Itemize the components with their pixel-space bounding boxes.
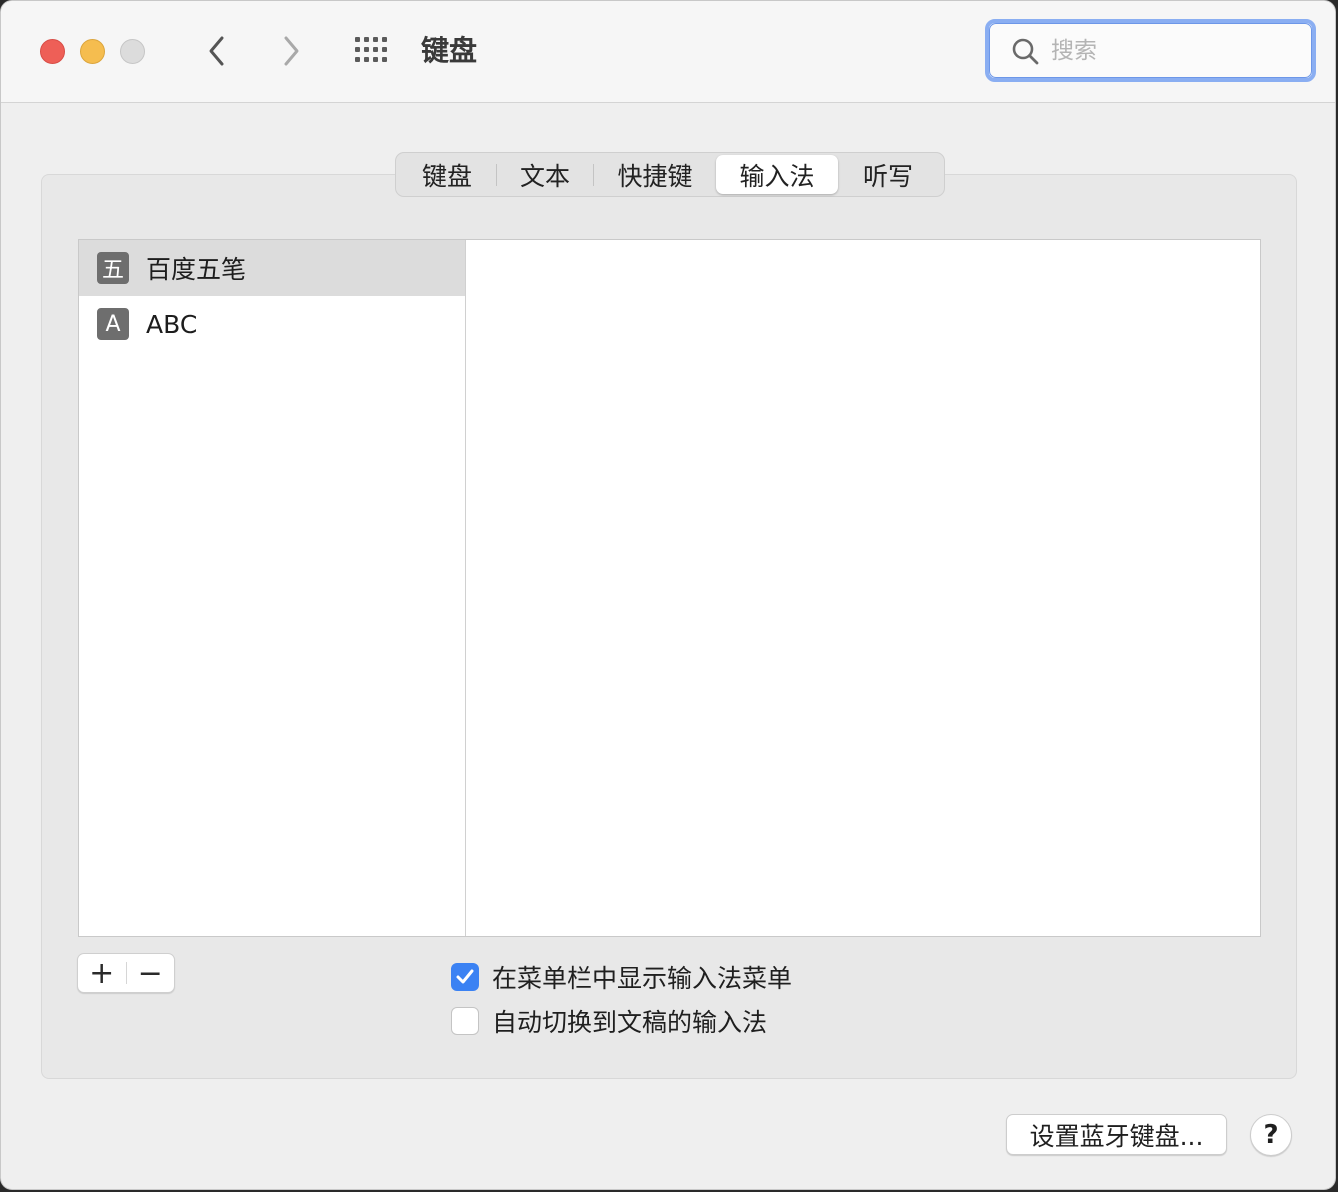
input-sources-box: 五 百度五笔 A ABC [78,239,1261,937]
tab-text[interactable]: 文本 [497,155,593,194]
tab-bar: 键盘 文本 快捷键 输入法 听写 [395,152,945,197]
input-source-item-baidu-wubi[interactable]: 五 百度五笔 [79,240,465,296]
wubi-input-icon: 五 [97,252,129,284]
minimize-window-button[interactable] [80,39,105,64]
input-source-list[interactable]: 五 百度五笔 A ABC [79,240,466,936]
setup-bluetooth-keyboard-button[interactable]: 设置蓝牙键盘... [1006,1114,1227,1155]
search-input[interactable] [1051,32,1291,70]
input-source-label: ABC [146,309,198,339]
chevron-left-icon [209,36,224,66]
remove-input-source-button[interactable]: − [126,954,174,992]
close-window-button[interactable] [40,39,65,64]
checkmark-icon [456,969,474,984]
add-remove-control: + − [77,953,175,993]
option-show-input-menu[interactable]: 在菜单栏中显示输入法菜单 [451,959,792,995]
help-button[interactable]: ? [1250,1114,1292,1156]
input-source-label: 百度五笔 [146,255,247,284]
system-preferences-window: 键盘 键盘 文本 快捷键 输入法 听写 五 百度五笔 A ABC [0,0,1336,1190]
tab-keyboard[interactable]: 键盘 [398,155,496,194]
auto-switch-label: 自动切换到文稿的输入法 [492,1008,768,1037]
forward-button[interactable] [271,31,311,71]
search-field[interactable] [985,19,1316,82]
abc-input-icon: A [97,308,129,340]
chevron-right-icon [284,36,299,66]
title-bar: 键盘 [1,1,1335,103]
magnifying-glass-icon [1012,38,1039,65]
add-input-source-button[interactable]: + [78,954,126,992]
zoom-window-button[interactable] [120,39,145,64]
tab-input-sources[interactable]: 输入法 [716,155,838,194]
tab-shortcuts[interactable]: 快捷键 [594,155,716,194]
tab-dictation[interactable]: 听写 [838,155,938,194]
back-button[interactable] [197,31,237,71]
show-all-button[interactable] [353,35,391,67]
auto-switch-checkbox[interactable] [451,1007,479,1035]
window-title: 键盘 [421,34,478,67]
input-source-item-abc[interactable]: A ABC [79,296,465,352]
show-input-menu-label: 在菜单栏中显示输入法菜单 [492,964,793,993]
option-auto-switch[interactable]: 自动切换到文稿的输入法 [451,1003,767,1039]
show-input-menu-checkbox[interactable] [451,963,479,991]
